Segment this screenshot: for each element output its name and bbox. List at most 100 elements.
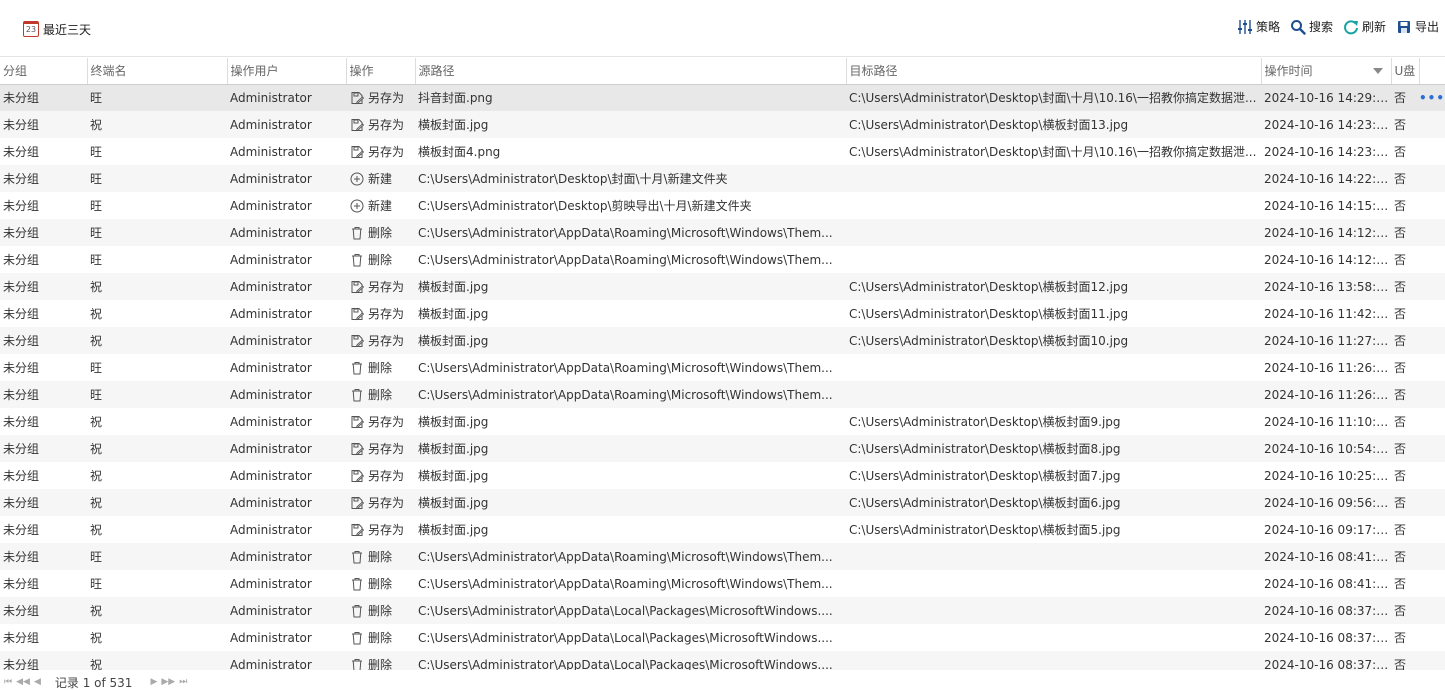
cell-operation: 另存为 — [346, 408, 415, 435]
table-row[interactable]: 未分组旺 Administrator 新建 C:\Users\Administrato… — [0, 165, 1445, 192]
prev-page-icon[interactable]: ◀ — [34, 677, 41, 687]
table-row[interactable]: 未分组旺 Administrator 另存为 横板封面4.png C:\Users\Ad… — [0, 138, 1445, 165]
table-row[interactable]: 未分组祝 Administrator 另存为 横板封面.jpg C:\Users\Adm… — [0, 489, 1445, 516]
cell-terminal: 祝 — [87, 651, 227, 670]
cell-operation: 新建 — [346, 165, 415, 192]
column-header-operation[interactable]: 操作 — [346, 58, 416, 85]
save-as-icon — [351, 415, 364, 428]
table-row[interactable]: 未分组祝 Administrator 另存为 横板封面.jpg C:\Users\Adm… — [0, 111, 1445, 138]
column-header-terminal[interactable]: 终端名 — [87, 58, 228, 85]
cell-operation: 另存为 — [346, 111, 415, 138]
table-row[interactable]: 未分组旺 Administrator 删除 C:\Users\Administrato… — [0, 381, 1445, 408]
column-header-user[interactable]: 操作用户 — [227, 58, 347, 85]
cell-user: Administrator — [227, 489, 346, 516]
cell-target-path — [846, 570, 1261, 597]
strategy-button[interactable]: 策略 — [1237, 18, 1280, 35]
prev-ten-pages-icon[interactable]: ◀◀ — [16, 677, 30, 687]
trash-icon — [352, 577, 362, 590]
cell-group: 未分组 — [0, 516, 87, 543]
cell-source-path: C:\Users\Administrator\AppData\Roaming\M… — [415, 570, 846, 597]
operation-label: 删除 — [368, 577, 393, 591]
cell-operation: 另存为 — [346, 273, 415, 300]
cell-time: 2024-10-16 11:10:24 — [1261, 408, 1391, 435]
cell-source-path: C:\Users\Administrator\AppData\Roaming\M… — [415, 219, 846, 246]
cell-group: 未分组 — [0, 138, 87, 165]
cell-terminal: 祝 — [87, 597, 227, 624]
cell-extra — [1419, 435, 1445, 462]
table-row[interactable]: 未分组祝 Administrator 另存为 横板封面.jpg C:\Users\Adm… — [0, 327, 1445, 354]
table-row[interactable]: 未分组旺 Administrator 删除 C:\Users\Administrato… — [0, 219, 1445, 246]
cell-target-path — [846, 597, 1261, 624]
search-button[interactable]: 搜索 — [1290, 18, 1333, 35]
cell-group: 未分组 — [0, 219, 87, 246]
cell-usb: 否 — [1391, 327, 1419, 354]
column-header-source-path[interactable]: 源路径 — [415, 58, 847, 85]
column-header-usb[interactable]: U盘 — [1391, 58, 1420, 85]
cell-time: 2024-10-16 09:17:33 — [1261, 516, 1391, 543]
cell-user: Administrator — [227, 165, 346, 192]
table-row[interactable]: 未分组祝 Administrator 另存为 横板封面.jpg C:\Users\Adm… — [0, 462, 1445, 489]
table-row[interactable]: 未分组祝 Administrator 另存为 横板封面.jpg C:\Users\Adm… — [0, 516, 1445, 543]
table-row[interactable]: 未分组祝 Administrator 删除 C:\Users\Administrato… — [0, 597, 1445, 624]
row-more-button[interactable]: ••• — [1419, 84, 1445, 111]
cell-operation: 删除 — [346, 246, 415, 273]
next-ten-pages-icon[interactable]: ▶▶ — [161, 677, 175, 687]
operation-label: 另存为 — [368, 145, 405, 159]
cell-target-path: C:\Users\Administrator\Desktop\横板封面6.jpg — [846, 489, 1261, 516]
table-row[interactable]: 未分组旺 Administrator 删除 C:\Users\Administrato… — [0, 354, 1445, 381]
cell-source-path: 横板封面.jpg — [415, 300, 846, 327]
cell-target-path: C:\Users\Administrator\Desktop\横板封面7.jpg — [846, 462, 1261, 489]
refresh-button[interactable]: 刷新 — [1343, 18, 1386, 35]
cell-extra — [1419, 651, 1445, 670]
calendar-icon: 23 — [23, 21, 39, 37]
export-button[interactable]: 导出 — [1396, 18, 1439, 35]
cell-time: 2024-10-16 14:23:03 — [1261, 138, 1391, 165]
cell-operation: 另存为 — [346, 84, 415, 111]
first-page-icon[interactable]: ⏮ — [4, 677, 12, 687]
cell-terminal: 旺 — [87, 543, 227, 570]
table-row[interactable]: 未分组祝 Administrator 删除 C:\Users\Administrato… — [0, 651, 1445, 670]
table-row[interactable]: 未分组祝 Administrator 另存为 横板封面.jpg C:\Users\Adm… — [0, 273, 1445, 300]
cell-group: 未分组 — [0, 354, 87, 381]
cell-group: 未分组 — [0, 408, 87, 435]
operation-label: 另存为 — [368, 415, 405, 429]
cell-source-path: C:\Users\Administrator\AppData\Roaming\M… — [415, 543, 846, 570]
cell-operation: 新建 — [346, 192, 415, 219]
cell-source-path: 横板封面.jpg — [415, 273, 846, 300]
column-header-target-path[interactable]: 目标路径 — [846, 58, 1262, 85]
save-as-icon — [351, 334, 364, 347]
cell-target-path — [846, 381, 1261, 408]
operation-label: 另存为 — [368, 307, 405, 321]
date-range-filter[interactable]: 23 最近三天 — [23, 19, 91, 39]
cell-terminal: 祝 — [87, 300, 227, 327]
table-row[interactable]: 未分组旺 Administrator 删除 C:\Users\Administrato… — [0, 543, 1445, 570]
last-page-icon[interactable]: ⏭ — [179, 677, 187, 687]
cell-group: 未分组 — [0, 84, 87, 111]
table-row[interactable]: 未分组旺 Administrator 删除 C:\Users\Administrato… — [0, 246, 1445, 273]
cell-extra — [1419, 462, 1445, 489]
cell-source-path: C:\Users\Administrator\AppData\Roaming\M… — [415, 246, 846, 273]
cell-terminal: 祝 — [87, 489, 227, 516]
table-row[interactable]: 未分组祝 Administrator 另存为 横板封面.jpg C:\Users\Adm… — [0, 300, 1445, 327]
column-header-time[interactable]: 操作时间 — [1261, 58, 1392, 85]
cell-user: Administrator — [227, 327, 346, 354]
cell-user: Administrator — [227, 651, 346, 670]
cell-user: Administrator — [227, 570, 346, 597]
table-row[interactable]: 未分组祝 Administrator 另存为 横板封面.jpg C:\Users\Adm… — [0, 435, 1445, 462]
cell-time: 2024-10-16 11:27:26 — [1261, 327, 1391, 354]
table-row[interactable]: 未分组旺 Administrator 另存为 抖音封面.png C:\Users\Adm… — [0, 84, 1445, 111]
table-row[interactable]: 未分组祝 Administrator 删除 C:\Users\Administrato… — [0, 624, 1445, 651]
cell-time: 2024-10-16 14:12:06 — [1261, 246, 1391, 273]
column-header-group[interactable]: 分组 — [0, 58, 88, 85]
next-page-icon[interactable]: ▶ — [150, 677, 157, 687]
sliders-icon — [1237, 19, 1252, 34]
operation-label: 删除 — [368, 253, 393, 267]
cell-target-path — [846, 651, 1261, 670]
table-row[interactable]: 未分组旺 Administrator 新建 C:\Users\Administrato… — [0, 192, 1445, 219]
cell-group: 未分组 — [0, 651, 87, 670]
cell-extra — [1419, 138, 1445, 165]
table-row[interactable]: 未分组祝 Administrator 另存为 横板封面.jpg C:\Users\Adm… — [0, 408, 1445, 435]
cell-terminal: 祝 — [87, 327, 227, 354]
table-row[interactable]: 未分组旺 Administrator 删除 C:\Users\Administrato… — [0, 570, 1445, 597]
cell-source-path: C:\Users\Administrator\AppData\Local\Pac… — [415, 624, 846, 651]
